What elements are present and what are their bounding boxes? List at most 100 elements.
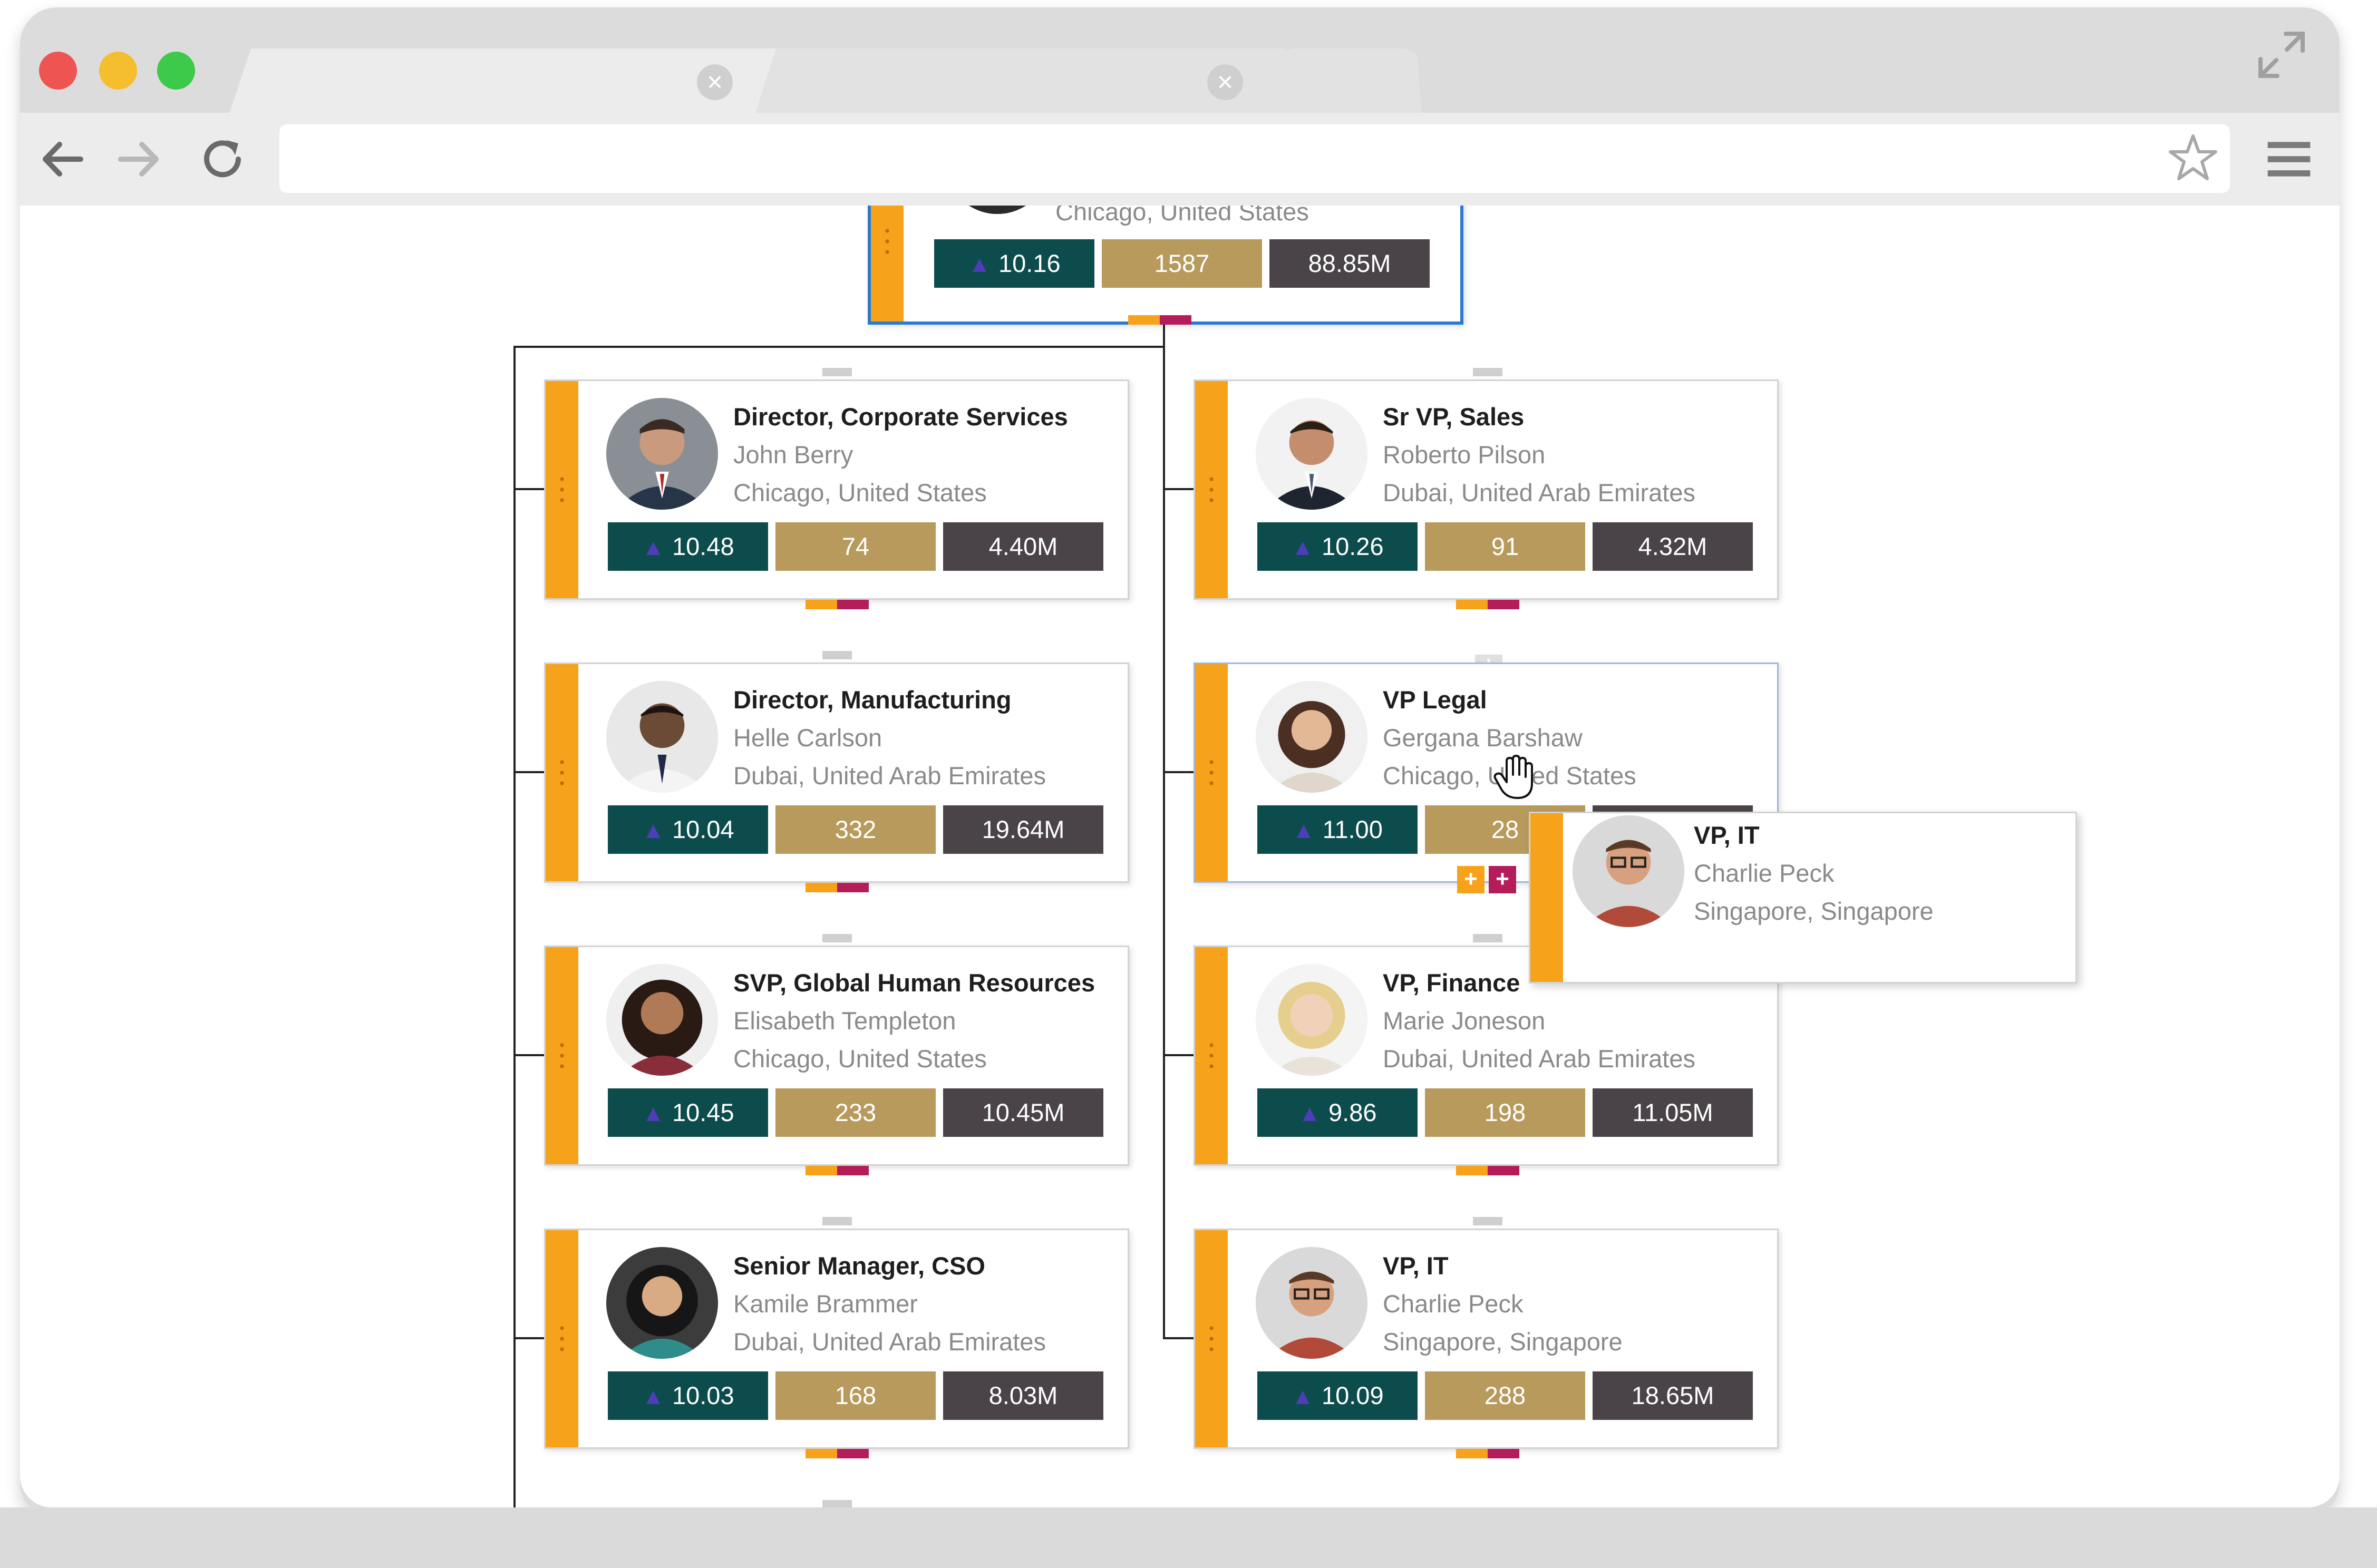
card-expander[interactable]	[806, 883, 869, 892]
up-arrow-icon: ▲	[1292, 817, 1315, 843]
forward-arrow-icon[interactable]	[113, 133, 166, 186]
employee-card[interactable]: Sr VP, Sales Roberto Pilson Dubai, Unite…	[1194, 379, 1779, 600]
grab-cursor-icon	[1493, 755, 1533, 799]
drag-handle[interactable]	[559, 1323, 565, 1355]
frame-bottom	[0, 1507, 2377, 1568]
close-icon[interactable]: ×	[1207, 64, 1243, 100]
count-badge: 198	[1425, 1088, 1585, 1137]
score-badge: ▲ 11.00	[1257, 805, 1418, 854]
avatar	[1256, 681, 1367, 793]
card-expander[interactable]	[1456, 1449, 1519, 1458]
employee-card[interactable]: Senior Manager, CSO Kamile Brammer Dubai…	[544, 1229, 1129, 1449]
avatar	[945, 206, 1050, 214]
card-connector	[822, 1217, 852, 1225]
drag-handle[interactable]	[1209, 474, 1214, 505]
drag-handle[interactable]	[559, 1040, 565, 1072]
tab-1[interactable]: ×	[228, 48, 808, 118]
back-arrow-icon[interactable]	[36, 133, 89, 186]
amount-badge: 10.45M	[943, 1088, 1103, 1137]
connector-line	[1163, 488, 1194, 490]
amount-badge: 11.05M	[1593, 1088, 1753, 1137]
card-location: Dubai, United Arab Emirates	[733, 1328, 1046, 1356]
card-stripe	[546, 381, 578, 598]
root-employee-card[interactable]: Chicago, United States ▲ 10.16 1587 88.85…	[868, 206, 1463, 325]
bookmark-star-icon[interactable]	[2167, 132, 2219, 184]
card-connector	[1473, 1217, 1502, 1225]
card-name: Helle Carlson	[733, 724, 882, 752]
drag-handle[interactable]	[559, 474, 565, 505]
card-expander[interactable]	[806, 1449, 869, 1458]
card-title: Senior Manager, CSO	[733, 1252, 985, 1280]
close-icon[interactable]: ×	[697, 64, 733, 100]
count-badge: 91	[1425, 522, 1585, 571]
drag-handle[interactable]	[1209, 757, 1214, 788]
address-bar[interactable]	[279, 124, 2230, 193]
fullscreen-icon[interactable]	[2255, 28, 2308, 81]
maximize-window-button[interactable]	[157, 52, 195, 90]
count-badge: 168	[775, 1371, 936, 1420]
reload-icon[interactable]	[196, 133, 249, 186]
card-name: Kamile Brammer	[733, 1290, 918, 1318]
card-expander[interactable]	[1456, 1166, 1519, 1175]
amount-badge: 4.40M	[943, 522, 1103, 571]
card-location: Dubai, United Arab Emirates	[1383, 1045, 1696, 1073]
score-badge: ▲ 10.48	[608, 522, 768, 571]
up-arrow-icon: ▲	[1291, 1384, 1314, 1409]
card-name: Roberto Pilson	[1383, 441, 1546, 469]
connector-line	[513, 1337, 544, 1339]
menu-icon[interactable]	[2264, 134, 2314, 184]
card-location: Dubai, United Arab Emirates	[1383, 479, 1696, 507]
drag-handle[interactable]	[1209, 1323, 1214, 1355]
card-name: Charlie Peck	[1694, 859, 1835, 887]
employee-card[interactable]: VP, IT Charlie Peck Singapore, Singapore…	[1194, 1229, 1779, 1449]
card-title: VP Legal	[1383, 686, 1487, 714]
close-window-button[interactable]	[39, 52, 77, 90]
card-stripe	[1195, 664, 1228, 881]
card-stripe	[871, 206, 904, 322]
card-expander[interactable]	[1128, 315, 1191, 325]
employee-card[interactable]: Director, Corporate Services John Berry …	[544, 379, 1129, 600]
tab-2[interactable]: ×	[754, 48, 1307, 118]
amount-badge: 8.03M	[943, 1371, 1103, 1420]
card-title: Director, Manufacturing	[733, 686, 1012, 714]
avatar	[1256, 964, 1367, 1076]
expand-button[interactable]: +	[1489, 866, 1516, 893]
card-stripe	[1195, 947, 1228, 1164]
up-arrow-icon: ▲	[1291, 534, 1314, 560]
card-name: Charlie Peck	[1383, 1290, 1524, 1318]
card-connector	[822, 934, 852, 942]
connector-line	[513, 771, 544, 773]
drag-handle[interactable]	[1209, 1040, 1214, 1072]
card-stripe	[1195, 381, 1228, 598]
avatar	[606, 964, 718, 1076]
drag-handle[interactable]	[559, 757, 565, 788]
connector-line	[513, 346, 1165, 348]
card-location: Chicago, United States	[1055, 206, 1309, 226]
score-badge: ▲ 9.86	[1257, 1088, 1418, 1137]
card-stripe	[546, 947, 578, 1164]
dragging-employee-card[interactable]: VP, IT Charlie Peck Singapore, Singapore	[1529, 812, 2077, 983]
card-title: Sr VP, Sales	[1383, 403, 1525, 431]
score-badge: ▲ 10.04	[608, 805, 768, 854]
card-connector	[822, 1500, 852, 1507]
card-expander[interactable]	[1456, 600, 1519, 609]
amount-badge: 88.85M	[1269, 239, 1430, 288]
score-badge: ▲ 10.45	[608, 1088, 768, 1137]
card-connector	[1473, 934, 1502, 942]
employee-card[interactable]: SVP, Global Human Resources Elisabeth Te…	[544, 946, 1129, 1166]
tab-bar: × ×	[20, 7, 2340, 118]
page-viewport[interactable]: Chicago, United States ▲ 10.16 1587 88.85…	[20, 206, 2340, 1507]
count-badge: 332	[775, 805, 936, 854]
up-arrow-icon: ▲	[642, 1100, 665, 1126]
org-chart[interactable]: Chicago, United States ▲ 10.16 1587 88.85…	[20, 206, 2340, 1507]
new-tab-button[interactable]	[1275, 48, 1422, 118]
card-stripe	[1530, 813, 1563, 982]
card-location: Dubai, United Arab Emirates	[733, 762, 1046, 790]
employee-card[interactable]: Director, Manufacturing Helle Carlson Du…	[544, 663, 1129, 883]
card-title: VP, IT	[1694, 821, 1760, 849]
avatar	[1573, 815, 1684, 927]
expand-button[interactable]: +	[1457, 866, 1485, 893]
minimize-window-button[interactable]	[99, 52, 137, 90]
card-expander[interactable]	[806, 1166, 869, 1175]
card-expander[interactable]	[806, 600, 869, 609]
